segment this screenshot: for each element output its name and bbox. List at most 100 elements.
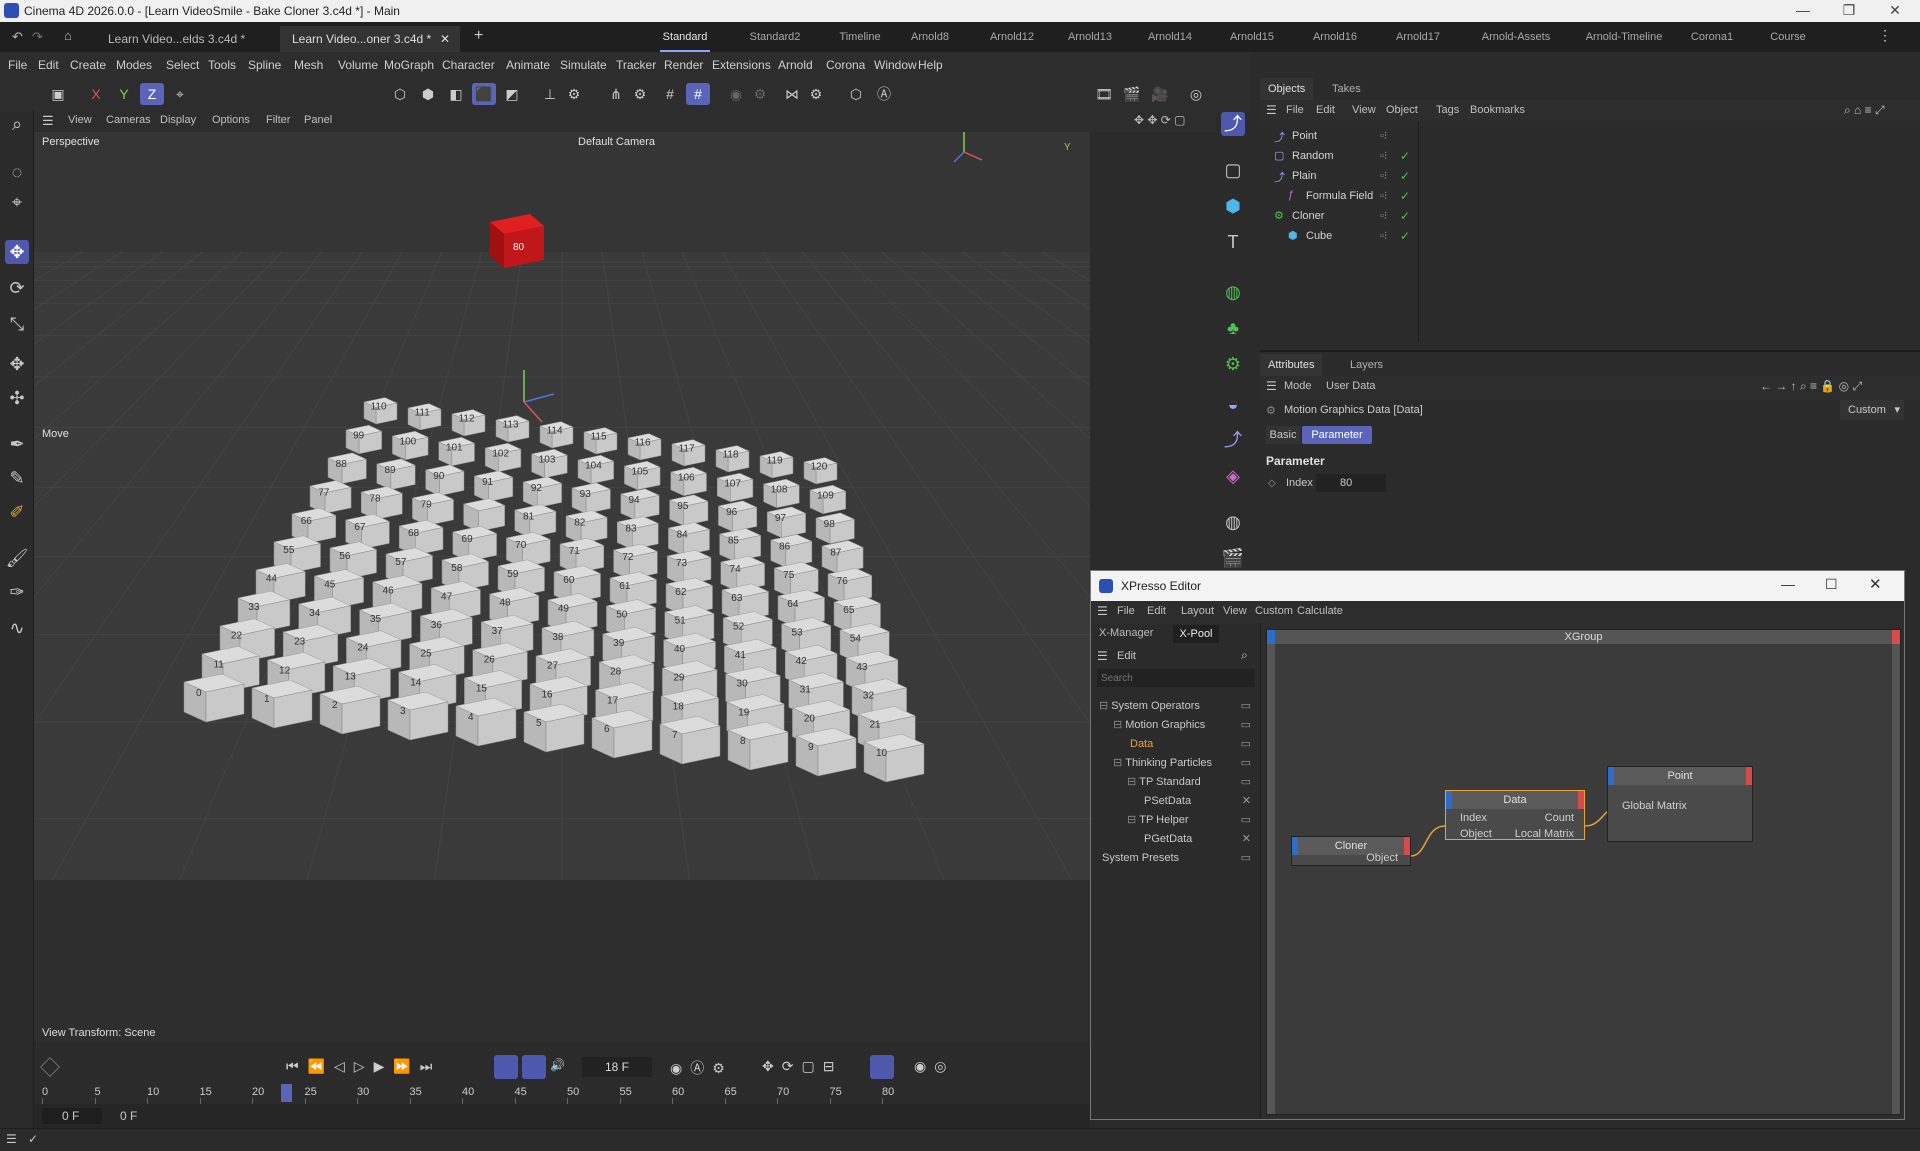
add-tab-icon[interactable]: + — [474, 27, 483, 45]
uv-mode-icon[interactable]: ◩ — [500, 83, 524, 105]
object-row-point[interactable]: ⤴ Point ▫⁝ — [1260, 126, 1920, 146]
menu-create[interactable]: Create — [70, 52, 106, 78]
viewport-hamburger-icon[interactable]: ☰ — [42, 113, 54, 129]
layout-tab-arnold14[interactable]: Arnold14 — [1140, 22, 1200, 52]
viewport-menu-view[interactable]: View — [68, 114, 92, 126]
xp-close-icon[interactable]: ✕ — [1869, 575, 1882, 593]
port-object-out[interactable]: Object — [1366, 849, 1398, 867]
edit-visibility-icon[interactable]: ▫⁝ — [1380, 209, 1387, 222]
preview-range-icon[interactable] — [522, 1055, 546, 1079]
paint-tool-icon[interactable]: ✑ — [5, 580, 29, 604]
layout-tab-arnold13[interactable]: Arnold13 — [1060, 22, 1120, 52]
subtab-basic[interactable]: Basic — [1266, 426, 1300, 444]
field-icon[interactable]: ⤴ — [1221, 428, 1245, 452]
objects-menu-edit[interactable]: Edit — [1316, 104, 1335, 116]
start-frame-field[interactable]: 0 F — [42, 1108, 102, 1124]
placement-tool-icon[interactable]: ✣ — [5, 386, 29, 410]
layout-tab-standard[interactable]: Standard — [660, 22, 710, 52]
menu-arnold[interactable]: Arnold — [778, 52, 813, 78]
menu-mograph[interactable]: MoGraph — [384, 52, 434, 78]
layout-tab-arnold16[interactable]: Arnold16 — [1305, 22, 1365, 52]
null-object-icon[interactable]: ▢ — [1221, 158, 1245, 182]
spline-tool-icon[interactable]: ∿ — [5, 616, 29, 640]
pool-search-icon[interactable]: ⌕ — [1241, 648, 1248, 663]
end-frame-field[interactable]: 0 F — [110, 1108, 170, 1124]
viewport-menu-panel[interactable]: Panel — [304, 114, 332, 126]
layout-tab-arnold15[interactable]: Arnold15 — [1222, 22, 1282, 52]
node-data-in[interactable] — [1446, 791, 1452, 809]
menu-modes[interactable]: Modes — [116, 52, 152, 78]
node-cloner-out[interactable] — [1404, 837, 1410, 855]
points-mode-icon[interactable]: ⬡ — [388, 83, 412, 105]
edges-mode-icon[interactable]: ⬢ — [416, 83, 440, 105]
tree-toggle-icon[interactable]: ⊟ — [1099, 700, 1108, 712]
selection-tool-icon[interactable]: ⌖ — [5, 190, 29, 214]
menu-tracker[interactable]: Tracker — [616, 52, 656, 78]
mode-dropdown[interactable]: Custom ▾ — [1840, 400, 1904, 420]
object-row-formula-field[interactable]: ƒ Formula Field ▫⁝ ✓ — [1260, 186, 1920, 206]
snap-settings-icon[interactable]: ⚙ — [628, 83, 652, 105]
spline-pen-icon[interactable]: ⤴ — [1221, 112, 1245, 136]
objects-menu-bookmarks[interactable]: Bookmarks — [1470, 104, 1525, 116]
edit-visibility-icon[interactable]: ▫⁝ — [1380, 129, 1387, 142]
keyframe-diamond-icon[interactable]: ◇ — [1268, 478, 1276, 489]
grid-snap-icon[interactable]: # — [686, 83, 710, 105]
3d-viewport[interactable]: 0 1 2 3 4 5 6 7 8 9 10 11 12 13 14 15 16 17 18 19 20 21 22 23 24… — [34, 132, 1090, 1042]
doc-tab-1[interactable]: Learn Video...elds 3.c4d * — [96, 26, 276, 52]
axis-mode-icon[interactable]: ⊥ — [538, 83, 562, 105]
symmetry-settings-icon[interactable]: ⚙ — [748, 83, 772, 105]
mirror-icon[interactable]: ⋈ — [780, 83, 804, 105]
edit-visibility-icon[interactable]: ▫⁝ — [1380, 189, 1387, 202]
playhead[interactable] — [281, 1084, 292, 1102]
timeline-ruler[interactable]: 0 5 10 15 20 25 30 35 40 45 50 55 60 65 70 75 80 — [34, 1082, 1090, 1104]
tree-toggle-icon[interactable]: ⊟ — [1127, 776, 1136, 788]
pool-edit-menu[interactable]: Edit — [1117, 650, 1136, 662]
mograph-cloner-icon[interactable]: ♣ — [1221, 316, 1245, 340]
camera-icon[interactable]: 🎬 — [1221, 546, 1245, 570]
y-axis-lock-button[interactable]: Y — [112, 83, 136, 105]
tree-item-system-operators[interactable]: ⊟ System Operators ▭ — [1099, 697, 1259, 716]
xp-minimize-icon[interactable]: — — [1781, 576, 1795, 592]
loop-icon[interactable] — [494, 1055, 518, 1079]
menu-mesh[interactable]: Mesh — [294, 52, 323, 78]
menu-mode[interactable]: Mode — [1284, 380, 1312, 392]
scale-tool-icon[interactable]: ⤡ — [5, 312, 29, 336]
environment-icon[interactable]: ◍ — [1221, 510, 1245, 534]
tab-takes[interactable]: Takes — [1324, 78, 1369, 100]
render-to-picture-viewer-icon[interactable]: 🎬 — [1120, 83, 1144, 105]
objects-menu-file[interactable]: File — [1286, 104, 1304, 116]
model-mode-icon[interactable]: ⬛ — [472, 83, 496, 105]
edit-visibility-icon[interactable]: ▫⁝ — [1380, 229, 1387, 242]
menu-edit[interactable]: Edit — [38, 52, 59, 78]
mirror-settings-icon[interactable]: ⚙ — [804, 83, 828, 105]
effector-icon[interactable]: ⚙ — [1221, 352, 1245, 376]
enabled-check-icon[interactable]: ✓ — [1400, 149, 1410, 163]
objects-menu-view[interactable]: View — [1352, 104, 1376, 116]
layout-tab-arnold12[interactable]: Arnold12 — [982, 22, 1042, 52]
subtab-parameter[interactable]: Parameter — [1302, 426, 1372, 444]
brush-tool-icon[interactable]: 🖌 — [5, 546, 29, 570]
sculpt-tool-icon[interactable]: ✐ — [5, 500, 29, 524]
live-selection-icon[interactable]: ◌ — [5, 160, 29, 184]
tree-toggle-icon[interactable]: ⊟ — [1113, 719, 1122, 731]
lock-workplane-icon[interactable]: ⬡ — [844, 83, 868, 105]
menu-user-data[interactable]: User Data — [1326, 380, 1376, 392]
tree-item-data[interactable]: Data ▭ — [1127, 735, 1259, 754]
text-spline-icon[interactable]: T — [1221, 230, 1245, 254]
xp-menu-layout[interactable]: Layout — [1181, 605, 1214, 617]
layout-tab-arnold17[interactable]: Arnold17 — [1388, 22, 1448, 52]
enabled-check-icon[interactable]: ✓ — [1400, 229, 1410, 243]
node-data-out[interactable] — [1578, 791, 1584, 809]
menu-help[interactable]: Help — [918, 52, 943, 78]
tree-toggle-icon[interactable]: ⊟ — [1127, 814, 1136, 826]
snap-icon[interactable]: ⋔ — [604, 83, 628, 105]
pool-hamburger-icon[interactable]: ☰ — [1097, 649, 1108, 663]
object-row-random[interactable]: ▢ Random ▫⁝ ✓ — [1260, 146, 1920, 166]
record-controls[interactable]: ◉Ⓐ⚙ — [670, 1058, 733, 1078]
menu-character[interactable]: Character — [442, 52, 495, 78]
polygons-mode-icon[interactable]: ◧ — [444, 83, 468, 105]
generator-icon[interactable]: ◍ — [1221, 280, 1245, 304]
objects-menu-object[interactable]: Object — [1386, 104, 1418, 116]
tree-item-system-presets[interactable]: System Presets ▭ — [1099, 849, 1259, 868]
menu-animate[interactable]: Animate — [506, 52, 550, 78]
